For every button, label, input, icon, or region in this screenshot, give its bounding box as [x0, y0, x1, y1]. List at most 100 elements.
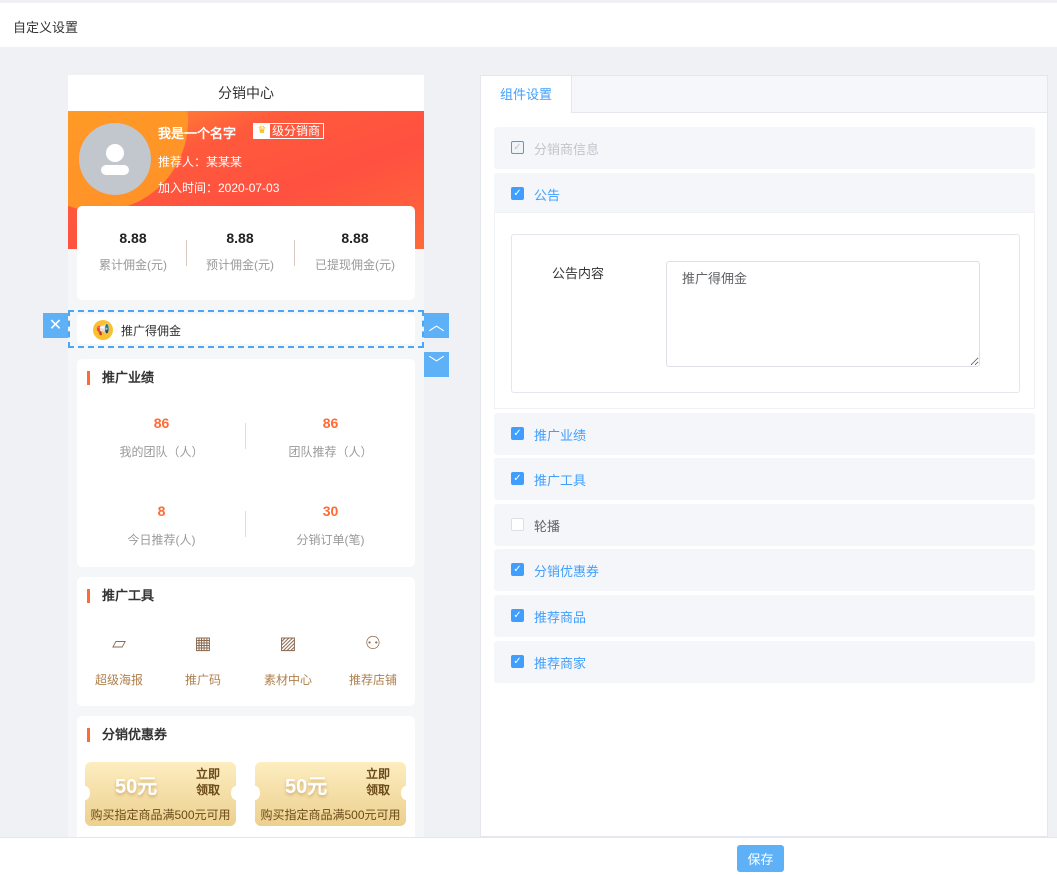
perf-value: 30: [322, 503, 339, 519]
poster-icon: ▱: [112, 633, 126, 653]
image-icon: ▨: [279, 633, 297, 653]
perf-value: 8: [157, 503, 166, 519]
perf-item: 86 团队推荐（人）: [246, 415, 415, 460]
checkbox[interactable]: ✓: [511, 609, 524, 622]
component-label: 推广工具: [534, 473, 587, 488]
stat-value: 8.88: [341, 230, 369, 246]
move-down-button[interactable]: ﹀: [424, 352, 449, 377]
coupon-claim[interactable]: 立即领取: [196, 766, 222, 798]
tool-materials[interactable]: ▨ 素材中心: [246, 633, 330, 688]
perf-label: 团队推荐（人）: [288, 445, 373, 459]
checkbox-disabled: ✓: [511, 141, 524, 154]
stat-label: 预计佣金(元): [206, 258, 274, 272]
tab-bar: 组件设置: [481, 76, 1047, 113]
settings-panel: 组件设置 ✓ 分销商信息 ✓ 公告 公告内容 推广得佣金 ✓ 推广业绩 ✓ 推广工具 轮播…: [480, 75, 1048, 837]
top-bar: 自定义设置: [0, 3, 1057, 47]
perf-label: 今日推荐(人): [127, 533, 196, 547]
notice-content-label: 公告内容: [552, 266, 605, 281]
section-title: 分销优惠券: [87, 728, 167, 742]
bottom-bar: 保存: [0, 837, 1057, 875]
component-label: 分销优惠券: [534, 564, 600, 579]
performance-section[interactable]: 推广业绩 86 我的团队（人） 86 团队推荐（人） 8 今日推荐(人) 30 分销订单…: [77, 359, 415, 567]
component-item[interactable]: ✓ 分销优惠券: [494, 549, 1035, 591]
user-name: 我是一个名字: [158, 126, 237, 141]
tool-qrcode[interactable]: ▦ 推广码: [161, 633, 245, 688]
chevron-up-icon: ︿: [428, 317, 445, 334]
component-label: 分销商信息: [534, 142, 600, 157]
coupons-section[interactable]: 分销优惠券 50元 立即领取购买指定商品满500元可用 50元 立即领取购买指定商品…: [77, 716, 415, 837]
checkbox[interactable]: ✓: [511, 187, 524, 200]
component-item: ✓ 分销商信息: [494, 127, 1035, 169]
stat-value: 8.88: [226, 230, 254, 246]
tool-label: 推广码: [184, 673, 221, 687]
tool-poster[interactable]: ▱ 超级海报: [77, 633, 161, 688]
coupon-amount: 50元: [115, 776, 158, 798]
coupon-claim[interactable]: 立即领取: [366, 766, 392, 798]
megaphone-icon: 📢: [93, 320, 113, 340]
stat-value: 8.88: [119, 230, 147, 246]
checkbox[interactable]: ✓: [511, 427, 524, 440]
section-title: 推广业绩: [87, 371, 154, 385]
coupon[interactable]: 50元 立即领取购买指定商品满500元可用: [250, 762, 411, 826]
tab-component-settings[interactable]: 组件设置: [481, 76, 572, 113]
component-label: 推广业绩: [534, 428, 587, 443]
notice-content-input[interactable]: 推广得佣金: [666, 261, 980, 367]
notice-text: 推广得佣金: [121, 324, 182, 338]
tools-section[interactable]: 推广工具 ▱ 超级海报 ▦ 推广码 ▨ 素材中心 ⚇ 推荐店铺: [77, 577, 415, 706]
tool-label: 超级海报: [94, 673, 143, 687]
stat-item: 8.88 预计佣金(元): [184, 230, 296, 273]
coupon-amount: 50元: [285, 776, 328, 798]
divider: [245, 511, 246, 537]
checkbox[interactable]: ✓: [511, 563, 524, 576]
notice-settings: 公告内容 推广得佣金: [494, 212, 1035, 409]
save-button[interactable]: 保存: [737, 845, 784, 872]
shop-hand-icon: ⚇: [364, 633, 382, 653]
divider: [245, 423, 246, 449]
component-item[interactable]: ✓ 公告: [494, 173, 1035, 213]
perf-label: 分销订单(笔): [296, 533, 365, 547]
tool-shop[interactable]: ⚇ 推荐店铺: [331, 633, 415, 688]
user-icon: [101, 144, 129, 175]
component-item[interactable]: ✓ 推荐商家: [494, 641, 1035, 683]
level-badge: ♛ 级分销商: [253, 123, 325, 139]
delete-block-button[interactable]: ✕: [43, 313, 68, 338]
coupon[interactable]: 50元 立即领取购买指定商品满500元可用: [80, 762, 241, 826]
crown-icon: ♛: [254, 124, 270, 138]
component-item[interactable]: 轮播: [494, 504, 1035, 546]
component-label: 推荐商家: [534, 656, 587, 671]
perf-label: 我的团队（人）: [119, 445, 204, 459]
level-text: 级分销商: [272, 124, 321, 138]
coupon-condition: 购买指定商品满500元可用: [90, 808, 231, 822]
perf-value: 86: [322, 415, 339, 431]
qrcode-icon: ▦: [194, 633, 212, 653]
component-label: 推荐商品: [534, 610, 587, 625]
stat-item: 8.88 已提现佣金(元): [299, 230, 411, 273]
notice-block-selected[interactable]: 📢 推广得佣金: [68, 310, 424, 348]
preview-title: 分销中心: [68, 75, 424, 111]
move-up-button[interactable]: ︿: [424, 313, 449, 338]
chevron-down-icon: ﹀: [428, 356, 445, 373]
avatar: [79, 123, 151, 195]
perf-item: 8 今日推荐(人): [77, 503, 246, 548]
component-item[interactable]: ✓ 推荐商品: [494, 595, 1035, 637]
perf-item: 30 分销订单(笔): [246, 503, 415, 548]
component-label: 公告: [534, 188, 561, 203]
checkbox[interactable]: [511, 518, 524, 531]
perf-item: 86 我的团队（人）: [77, 415, 246, 460]
perf-value: 86: [153, 415, 170, 431]
checkbox[interactable]: ✓: [511, 655, 524, 668]
component-item[interactable]: ✓ 推广工具: [494, 458, 1035, 500]
stat-label: 累计佣金(元): [99, 258, 167, 272]
component-item[interactable]: ✓ 推广业绩: [494, 413, 1035, 455]
commission-stats: 8.88 累计佣金(元) 8.88 预计佣金(元) 8.88 已提现佣金(元): [77, 206, 415, 300]
tool-label: 素材中心: [263, 673, 312, 687]
divider: [294, 240, 295, 266]
join-time: 加入时间：2020-07-03: [158, 181, 280, 195]
coupon-condition: 购买指定商品满500元可用: [260, 808, 401, 822]
section-title: 推广工具: [87, 589, 154, 603]
stat-label: 已提现佣金(元): [315, 258, 395, 272]
component-label: 轮播: [534, 519, 561, 534]
checkbox[interactable]: ✓: [511, 472, 524, 485]
referrer: 推荐人：某某某: [158, 155, 243, 169]
page-title: 自定义设置: [13, 20, 79, 35]
